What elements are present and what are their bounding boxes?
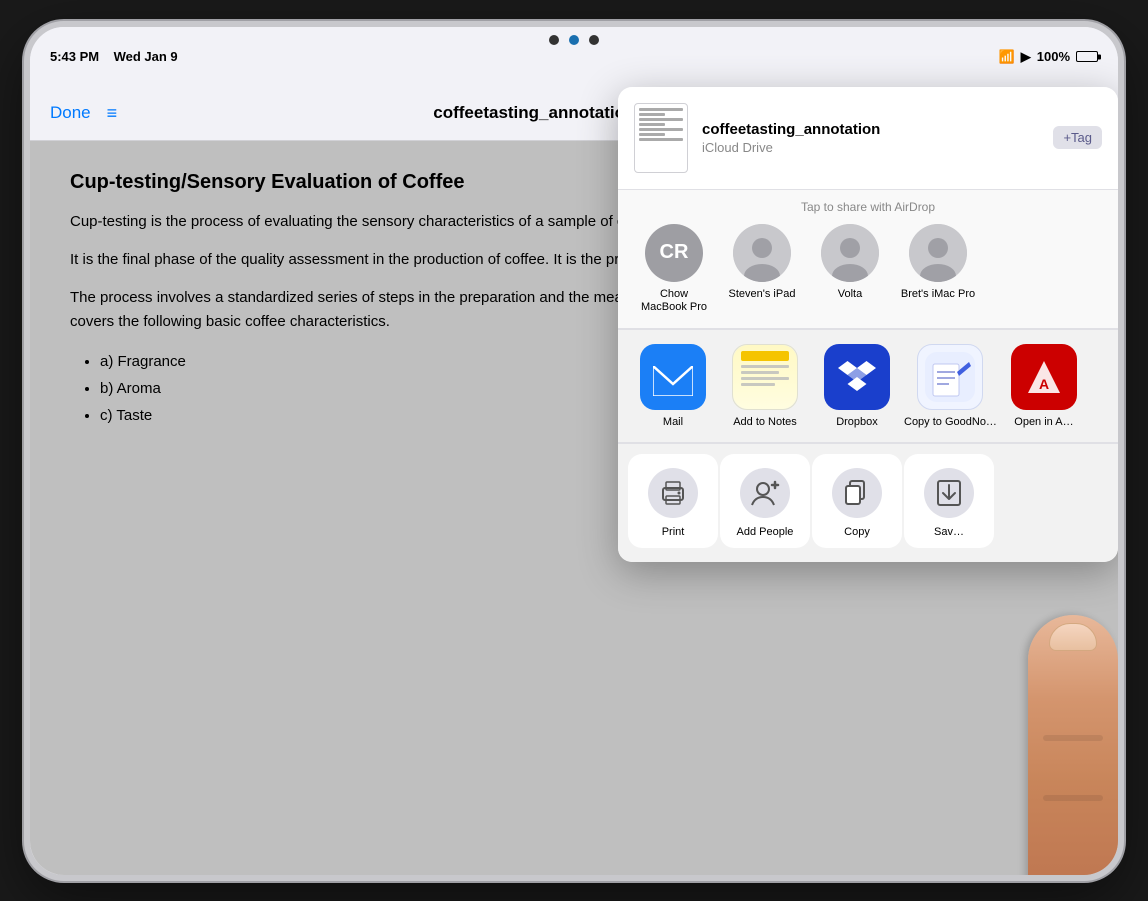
app-dropbox-label: Dropbox xyxy=(836,416,878,428)
action-copy-label: Copy xyxy=(844,526,870,538)
camera-dot-1 xyxy=(549,35,559,45)
app-notes[interactable]: Add to Notes xyxy=(720,344,810,428)
print-icon xyxy=(648,468,698,518)
airdrop-section: Tap to share with AirDrop CR ChowMacBook… xyxy=(618,190,1118,328)
action-print[interactable]: Print xyxy=(628,454,718,548)
app-acrobat-label: Open in A… xyxy=(1014,416,1073,428)
action-copy[interactable]: Copy xyxy=(812,454,902,548)
app-grid-section: Mail Add to Notes xyxy=(618,329,1118,442)
signal-icon: ▶ xyxy=(1021,49,1031,65)
file-thumbnail xyxy=(634,103,688,173)
action-save[interactable]: Sav… xyxy=(904,454,994,548)
battery-bar xyxy=(1076,51,1098,62)
share-sheet: coffeetasting_annotation iCloud Drive +T… xyxy=(618,87,1118,562)
action-row: Print Add People xyxy=(628,454,1108,548)
nav-left-controls: Done ≡ xyxy=(50,103,117,124)
ipad-device: 5:43 PM Wed Jan 9 📶 ▶ 100% Done ≡ coffee… xyxy=(24,21,1124,881)
camera-dot-3 xyxy=(589,35,599,45)
thumb-line-2 xyxy=(639,113,665,116)
contact-name-bret: Bret's iMac Pro xyxy=(901,288,975,301)
contact-avatar-chow: CR xyxy=(645,224,703,282)
contact-volta[interactable]: Volta xyxy=(810,224,890,314)
camera-dot-2 xyxy=(569,35,579,45)
app-notes-label: Add to Notes xyxy=(733,416,797,428)
file-location: iCloud Drive xyxy=(702,140,1039,155)
contact-stevens-ipad[interactable]: Steven's iPad xyxy=(722,224,802,314)
app-mail[interactable]: Mail xyxy=(628,344,718,428)
thumb-line-5 xyxy=(639,128,683,131)
contact-name-steven: Steven's iPad xyxy=(729,288,796,301)
thumb-line-7 xyxy=(639,138,683,141)
status-indicators: 📶 ▶ 100% xyxy=(999,49,1098,65)
action-add-people-label: Add People xyxy=(737,526,794,538)
status-bar: 5:43 PM Wed Jan 9 📶 ▶ 100% xyxy=(30,27,1118,87)
camera-notch xyxy=(549,35,599,45)
tag-button[interactable]: +Tag xyxy=(1053,126,1102,149)
action-save-label: Sav… xyxy=(934,526,964,538)
app-dropbox[interactable]: Dropbox xyxy=(812,344,902,428)
battery-percent: 100% xyxy=(1037,49,1070,64)
contact-avatar-bret xyxy=(909,224,967,282)
thumb-line-4 xyxy=(639,123,665,126)
status-date: Wed Jan 9 xyxy=(114,49,178,64)
contact-bret[interactable]: Bret's iMac Pro xyxy=(898,224,978,314)
svg-text:A: A xyxy=(1039,376,1049,392)
save-icon xyxy=(924,468,974,518)
copy-icon xyxy=(832,468,882,518)
thumb-line-1 xyxy=(639,108,683,111)
mail-icon xyxy=(640,344,706,410)
app-goodnotes[interactable]: Copy to GoodNo… xyxy=(904,344,997,428)
thumb-line-3 xyxy=(639,118,683,121)
action-print-label: Print xyxy=(662,526,685,538)
action-add-people[interactable]: Add People xyxy=(720,454,810,548)
acrobat-icon: A xyxy=(1011,344,1077,410)
goodnotes-icon xyxy=(917,344,983,410)
add-people-icon xyxy=(740,468,790,518)
thumb-line-6 xyxy=(639,133,665,136)
list-icon[interactable]: ≡ xyxy=(107,103,118,124)
airdrop-label: Tap to share with AirDrop xyxy=(634,200,1102,214)
app-goodnotes-label: Copy to GoodNo… xyxy=(904,416,997,428)
contact-avatar-steven xyxy=(733,224,791,282)
action-row-section: Print Add People xyxy=(618,443,1118,562)
done-button[interactable]: Done xyxy=(50,103,91,123)
share-file-info: coffeetasting_annotation iCloud Drive +T… xyxy=(618,87,1118,190)
contact-avatar-volta xyxy=(821,224,879,282)
app-acrobat[interactable]: A Open in A… xyxy=(999,344,1089,428)
contact-chow[interactable]: CR ChowMacBook Pro xyxy=(634,224,714,314)
app-row: Mail Add to Notes xyxy=(618,344,1118,428)
notes-icon xyxy=(732,344,798,410)
contact-name-chow: ChowMacBook Pro xyxy=(641,288,707,314)
file-details: coffeetasting_annotation iCloud Drive xyxy=(702,121,1039,155)
airdrop-contacts: CR ChowMacBook Pro Steven's iPad xyxy=(634,224,1102,328)
wifi-icon: 📶 xyxy=(999,49,1015,65)
status-time-date: 5:43 PM Wed Jan 9 xyxy=(50,49,178,64)
status-time: 5:43 PM xyxy=(50,49,99,64)
dropbox-icon xyxy=(824,344,890,410)
file-name: coffeetasting_annotation xyxy=(702,121,1039,138)
contact-name-volta: Volta xyxy=(838,288,862,301)
app-mail-label: Mail xyxy=(663,416,683,428)
